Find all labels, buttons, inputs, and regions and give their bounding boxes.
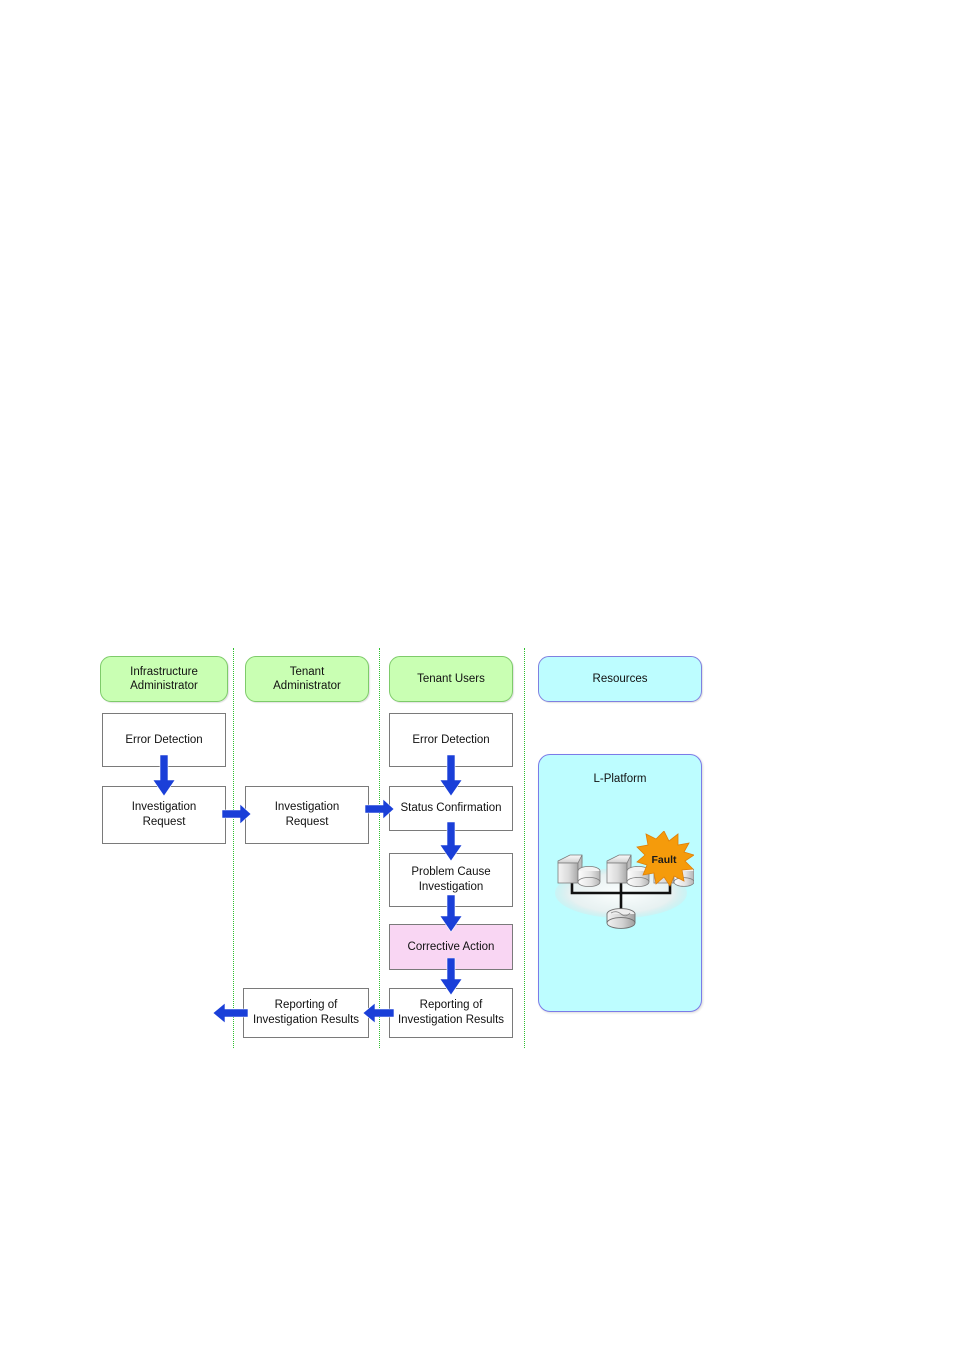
process-box-label: Reporting of Investigation Results bbox=[397, 999, 505, 1026]
lane-header-label: Infrastructure Administrator bbox=[130, 665, 198, 692]
lane-header-tenant-users: Tenant Users bbox=[389, 656, 513, 702]
arrow-down-tu-error-to-status bbox=[439, 755, 463, 797]
arrow-left-tu-report-to-ta-report bbox=[362, 1002, 394, 1024]
lane-divider bbox=[233, 648, 234, 1048]
lane-divider bbox=[524, 648, 525, 1048]
process-box-label: Reporting of Investigation Results bbox=[252, 999, 360, 1026]
arrow-down-tu-problem-to-corrective bbox=[439, 895, 463, 933]
lane-header-label: Resources bbox=[592, 673, 648, 685]
lane-header-label: Tenant Users bbox=[417, 672, 485, 685]
arrow-down-tu-status-to-problem bbox=[439, 822, 463, 862]
process-box-ta-investigation-request: Investigation Request bbox=[245, 786, 369, 844]
process-box-label: Status Confirmation bbox=[400, 802, 502, 815]
process-box-label: Error Detection bbox=[412, 733, 490, 746]
arrow-down-tu-corrective-to-report bbox=[439, 958, 463, 996]
process-box-label: Investigation Request bbox=[274, 801, 340, 828]
arrow-right-infra-to-ta bbox=[222, 803, 252, 825]
lane-header-infrastructure-administrator: Infrastructure Administrator bbox=[100, 656, 228, 702]
process-box-label: Investigation Request bbox=[131, 801, 197, 828]
resource-topology-graphic: Fault bbox=[548, 831, 694, 941]
lane-divider bbox=[379, 648, 380, 1048]
arrow-down-infra-error-to-request bbox=[152, 755, 176, 797]
process-box-label: Error Detection bbox=[125, 733, 203, 746]
arrow-left-ta-report-to-infra bbox=[212, 1002, 248, 1024]
lane-header-resources: Resources bbox=[538, 656, 702, 702]
l-platform-title: L-Platform bbox=[593, 773, 647, 785]
lane-header-tenant-administrator: Tenant Administrator bbox=[245, 656, 369, 702]
process-box-label: Problem Cause Investigation bbox=[411, 866, 491, 893]
process-flow-diagram: Infrastructure Administrator Tenant Admini… bbox=[0, 0, 954, 1350]
arrow-right-ta-to-tu bbox=[365, 798, 395, 820]
process-box-ta-reporting-of-investigation-results: Reporting of Investigation Results bbox=[243, 988, 369, 1038]
lane-header-label: Tenant Administrator bbox=[273, 665, 341, 692]
l-platform-panel: L-Platform Fault bbox=[538, 754, 702, 1012]
process-box-label: Corrective Action bbox=[407, 940, 495, 953]
